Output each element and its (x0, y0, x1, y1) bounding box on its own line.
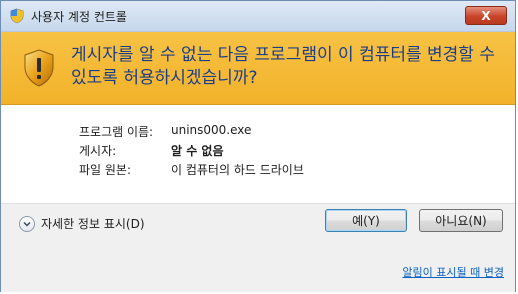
title-bar: 사용자 계정 컨트롤 X (1, 1, 515, 32)
program-name-value: unins000.exe (171, 123, 252, 137)
file-origin-value: 이 컴퓨터의 하드 드라이브 (171, 163, 304, 177)
uac-dialog: 사용자 계정 컨트롤 X 게시자를 알 수 없는 다음 프로그램이 이 컴퓨터를… (0, 0, 516, 292)
file-origin-label: 파일 원본: (79, 163, 132, 177)
warning-banner: 게시자를 알 수 없는 다음 프로그램이 이 컴퓨터를 변경할 수 있도록 허용… (1, 32, 515, 105)
file-origin-row: 파일 원본: 이 컴퓨터의 하드 드라이브 (79, 161, 304, 178)
no-button[interactable]: 아니요(N) (419, 209, 503, 232)
chevron-down-icon[interactable] (19, 215, 35, 232)
publisher-value: 알 수 없음 (171, 144, 224, 158)
publisher-label: 게시자: (79, 144, 117, 158)
program-name-label: 프로그램 이름: (79, 125, 154, 139)
consent-question: 게시자를 알 수 없는 다음 프로그램이 이 컴퓨터를 변경할 수 있도록 허용… (71, 45, 495, 88)
dialog-footer: 자세한 정보 표시(D) 예(Y) 아니요(N) 알림이 표시될 때 변경 (1, 203, 515, 292)
uac-shield-icon (10, 8, 24, 24)
show-details-label[interactable]: 자세한 정보 표시(D) (41, 215, 145, 232)
window-title: 사용자 계정 컨트롤 (31, 10, 127, 24)
change-notification-settings-link[interactable]: 알림이 표시될 때 변경 (402, 264, 504, 280)
yes-button[interactable]: 예(Y) (325, 209, 407, 232)
program-details: 프로그램 이름: unins000.exe 게시자: 알 수 없음 파일 원본:… (1, 105, 515, 203)
show-details-toggle[interactable]: 자세한 정보 표시(D) (19, 215, 145, 232)
warning-shield-icon (24, 49, 54, 87)
publisher-row: 게시자: 알 수 없음 (79, 142, 224, 159)
close-icon: X (481, 8, 491, 23)
program-name-row: 프로그램 이름: unins000.exe (79, 123, 251, 140)
close-button[interactable]: X (465, 6, 507, 25)
